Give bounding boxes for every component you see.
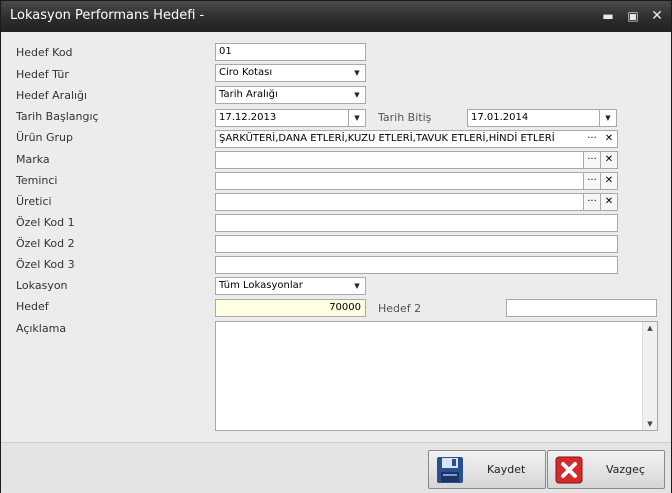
ozel-kod-3-input[interactable] bbox=[215, 256, 618, 274]
ozel-kod-2-label: Özel Kod 2 bbox=[16, 237, 75, 250]
cancel-x-icon bbox=[555, 456, 583, 484]
teminci-label: Teminci bbox=[16, 174, 58, 187]
tarih-bitis-label: Tarih Bitiş bbox=[378, 111, 432, 124]
marka-label: Marka bbox=[16, 153, 50, 166]
tarih-baslangic-label: Tarih Başlangıç bbox=[16, 110, 99, 123]
maximize-icon[interactable]: ▣ bbox=[624, 7, 642, 25]
hedef-tur-value: Ciro Kotası bbox=[219, 67, 273, 78]
marka-input[interactable]: ··· ✕ bbox=[215, 151, 618, 169]
chevron-down-icon[interactable]: ▼ bbox=[349, 278, 365, 294]
hedef-kod-label: Hedef Kod bbox=[16, 46, 73, 59]
hedef-2-label: Hedef 2 bbox=[378, 302, 422, 315]
urun-grup-value: ŞARKÜTERİ,DANA ETLERİ,KUZU ETLERİ,TAVUK … bbox=[219, 133, 555, 144]
scroll-up-icon[interactable]: ▲ bbox=[643, 322, 657, 334]
ozel-kod-1-input[interactable] bbox=[215, 214, 618, 232]
hedef-tur-label: Hedef Tür bbox=[16, 68, 69, 81]
hedef-araligi-value: Tarih Aralığı bbox=[219, 89, 278, 100]
hedef-2-input[interactable] bbox=[506, 299, 657, 317]
close-icon[interactable]: ✕ bbox=[648, 7, 666, 25]
hedef-label: Hedef bbox=[16, 300, 49, 313]
chevron-down-icon[interactable]: ▼ bbox=[348, 110, 365, 126]
clear-icon[interactable]: ✕ bbox=[601, 131, 617, 147]
tarih-bitis-value: 17.01.2014 bbox=[471, 112, 529, 123]
ozel-kod-1-label: Özel Kod 1 bbox=[16, 216, 75, 229]
hedef-araligi-label: Hedef Aralığı bbox=[16, 89, 88, 102]
chevron-down-icon[interactable]: ▼ bbox=[599, 110, 616, 126]
aciklama-textarea[interactable]: ▲ ▼ bbox=[215, 321, 658, 431]
cancel-button[interactable]: Vazgeç bbox=[547, 450, 665, 489]
hedef-kod-input[interactable]: 01 bbox=[215, 43, 366, 61]
clear-icon[interactable]: ✕ bbox=[600, 173, 617, 189]
dialog-window: Lokasyon Performans Hedefi - ▬ ▣ ✕ Hedef… bbox=[0, 0, 672, 493]
minimize-icon[interactable]: ▬ bbox=[599, 7, 617, 25]
clear-icon[interactable]: ✕ bbox=[600, 152, 617, 168]
window-title: Lokasyon Performans Hedefi - bbox=[10, 8, 205, 23]
lokasyon-value: Tüm Lokasyonlar bbox=[219, 280, 303, 291]
uretici-input[interactable]: ··· ✕ bbox=[215, 193, 618, 211]
hedef-araligi-select[interactable]: Tarih Aralığı ▼ bbox=[215, 86, 366, 104]
ozel-kod-2-input[interactable] bbox=[215, 235, 618, 253]
chevron-down-icon[interactable]: ▼ bbox=[349, 65, 365, 81]
save-button-label: Kaydet bbox=[487, 463, 526, 476]
lokasyon-label: Lokasyon bbox=[16, 279, 68, 292]
chevron-down-icon[interactable]: ▼ bbox=[349, 87, 365, 103]
tarih-baslangic-picker[interactable]: 17.12.2013 ▼ bbox=[215, 109, 366, 127]
tarih-baslangic-value: 17.12.2013 bbox=[219, 112, 277, 123]
ellipsis-icon[interactable]: ··· bbox=[583, 194, 600, 210]
hedef-input[interactable]: 70000 bbox=[215, 299, 366, 317]
tarih-bitis-picker[interactable]: 17.01.2014 ▼ bbox=[467, 109, 617, 127]
floppy-disk-icon bbox=[437, 457, 463, 483]
ellipsis-icon[interactable]: ··· bbox=[583, 173, 600, 189]
urun-grup-input[interactable]: ŞARKÜTERİ,DANA ETLERİ,KUZU ETLERİ,TAVUK … bbox=[215, 130, 618, 148]
aciklama-scrollbar[interactable]: ▲ ▼ bbox=[642, 322, 657, 430]
lokasyon-select[interactable]: Tüm Lokasyonlar ▼ bbox=[215, 277, 366, 295]
uretici-label: Üretici bbox=[16, 195, 52, 208]
ellipsis-icon[interactable]: ··· bbox=[584, 131, 600, 147]
urun-grup-label: Ürün Grup bbox=[16, 131, 74, 144]
ozel-kod-3-label: Özel Kod 3 bbox=[16, 258, 75, 271]
teminci-input[interactable]: ··· ✕ bbox=[215, 172, 618, 190]
clear-icon[interactable]: ✕ bbox=[600, 194, 617, 210]
aciklama-label: Açıklama bbox=[16, 322, 67, 335]
cancel-button-label: Vazgeç bbox=[606, 463, 645, 476]
scroll-down-icon[interactable]: ▼ bbox=[643, 418, 657, 430]
ellipsis-icon[interactable]: ··· bbox=[583, 152, 600, 168]
save-button[interactable]: Kaydet bbox=[428, 450, 546, 489]
hedef-tur-select[interactable]: Ciro Kotası ▼ bbox=[215, 64, 366, 82]
title-bar[interactable]: Lokasyon Performans Hedefi - ▬ ▣ ✕ bbox=[1, 1, 671, 32]
